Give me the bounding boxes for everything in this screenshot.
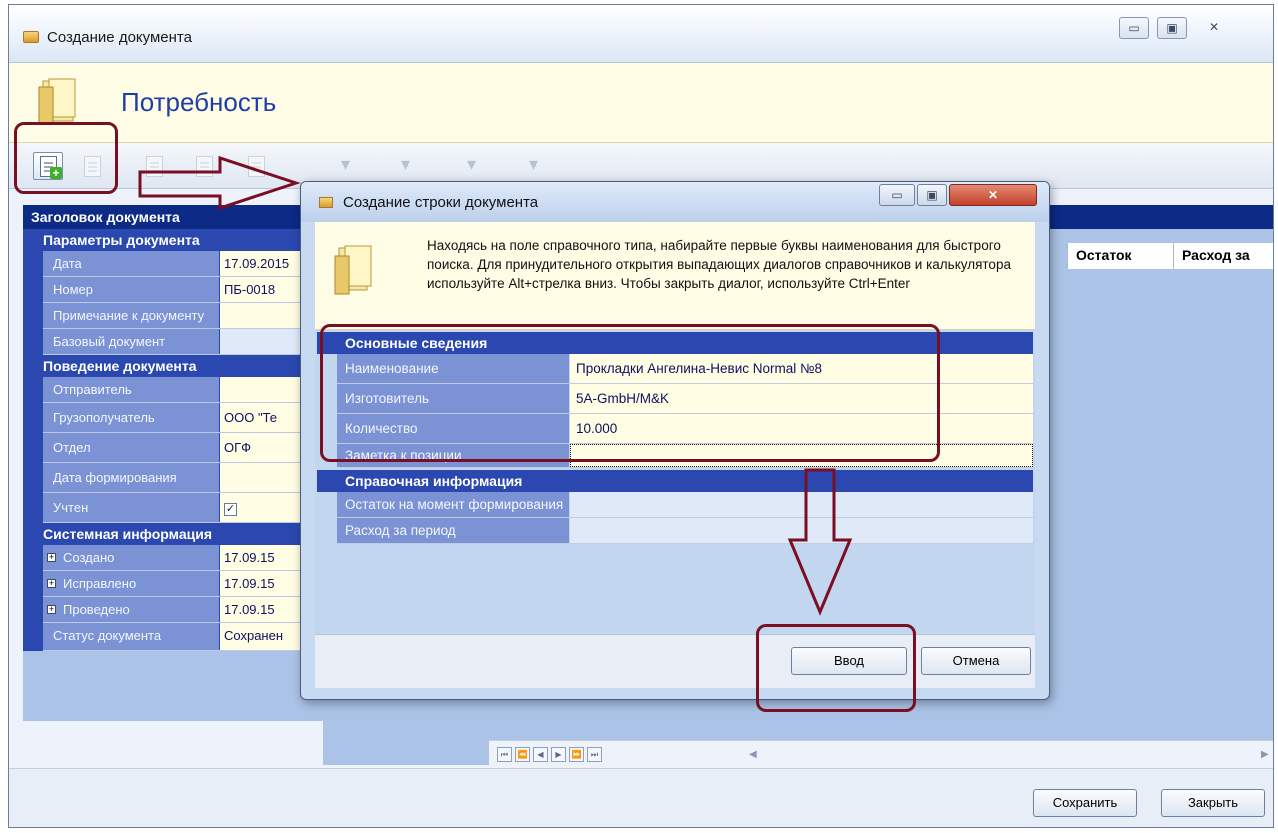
document-header: Потребность [9, 63, 1273, 143]
consumption-field [570, 518, 1033, 543]
annotation-box [320, 324, 940, 462]
property-row[interactable]: Дата 17.09.2015 [43, 251, 323, 277]
title-bar: Создание документа ▭ ▣ ✕ [9, 5, 1273, 63]
property-row[interactable]: Отдел ОГФ [43, 433, 323, 463]
next-page-icon[interactable]: ⏩ [569, 747, 584, 762]
field-row[interactable]: Остаток на момент формирования [337, 492, 1033, 518]
accounted-checkbox[interactable]: ✓ [224, 503, 237, 516]
footer-bar: Сохранить Закрыть [9, 768, 1273, 827]
expand-icon[interactable]: + [47, 579, 56, 588]
property-row[interactable]: Номер ПБ-0018 [43, 277, 323, 303]
cancel-button[interactable]: Отмена [921, 647, 1031, 675]
property-label: Статус документа [43, 623, 219, 650]
document-icon [196, 156, 213, 177]
property-row[interactable]: Базовый документ [43, 329, 323, 355]
property-row[interactable]: Примечание к документу [43, 303, 323, 329]
minimize-button[interactable]: ▭ [879, 184, 915, 206]
expand-icon[interactable]: + [47, 605, 56, 614]
close-button[interactable]: Закрыть [1161, 789, 1265, 817]
save-button[interactable]: Сохранить [1033, 789, 1137, 817]
property-label: Дата [43, 251, 219, 276]
property-row[interactable]: Грузополучатель ООО "Те [43, 403, 323, 433]
hint-panel: Находясь на поле справочного типа, набир… [315, 222, 1035, 330]
section-header: Справочная информация [317, 470, 1033, 492]
property-label: Грузополучатель [43, 403, 219, 432]
section-header: Поведение документа [23, 355, 323, 377]
doc-b-button[interactable] [241, 152, 271, 180]
page-title: Потребность [121, 87, 277, 117]
property-label: Дата формирования [43, 463, 219, 492]
grid-navigator: ⏮ ⏪ ◀ ▶ ⏩ ⏭ ◀ ▶ [489, 740, 1273, 768]
grid-column-header[interactable]: Остаток [1067, 243, 1173, 269]
property-label: Базовый документ [43, 329, 219, 354]
doc-a-button[interactable] [189, 152, 219, 180]
window-title: Создание документа [47, 29, 192, 46]
property-row[interactable]: Дата формирования [43, 463, 323, 493]
scroll-left-icon[interactable]: ◀ [749, 749, 757, 760]
next-record-icon[interactable]: ▶ [551, 747, 566, 762]
minimize-button[interactable]: ▭ [1119, 17, 1149, 39]
property-label: Проведено [43, 597, 219, 622]
annotation-box [756, 624, 916, 712]
close-button[interactable]: ✕ [949, 184, 1037, 206]
section-header: Параметры документа [23, 229, 323, 251]
folder-icon [334, 245, 372, 295]
app-icon [23, 31, 39, 43]
maximize-button[interactable]: ▣ [1157, 17, 1187, 39]
chevron-down-icon[interactable]: ▾ [341, 154, 350, 178]
chevron-down-icon[interactable]: ▾ [401, 154, 410, 178]
first-record-icon[interactable]: ⏮ [497, 747, 512, 762]
document-properties: Параметры документа Дата 17.09.2015 Номе… [23, 229, 323, 721]
dialog-title: Создание строки документа [343, 194, 539, 211]
field-label: Остаток на момент формирования [337, 492, 569, 517]
property-row[interactable]: Статус документа Сохранен [43, 623, 323, 651]
prev-page-icon[interactable]: ⏪ [515, 747, 530, 762]
property-row[interactable]: Создано + 17.09.15 [43, 545, 323, 571]
scroll-right-icon[interactable]: ▶ [1261, 749, 1269, 760]
document-icon [248, 156, 265, 177]
property-label: Примечание к документу [43, 303, 219, 328]
grid-column-header[interactable]: Расход за [1173, 243, 1273, 269]
hint-text: Находясь на поле справочного типа, набир… [427, 238, 1011, 291]
dialog-title-bar: Создание строки документа ▭ ▣ ✕ [301, 182, 1049, 222]
edit-row-button[interactable] [139, 152, 169, 180]
property-label: Отправитель [43, 377, 219, 402]
property-label: Отдел [43, 433, 219, 462]
property-row[interactable]: Исправлено + 17.09.15 [43, 571, 323, 597]
property-label: Создано [43, 545, 219, 570]
section-header: Системная информация [23, 523, 323, 545]
property-row[interactable]: Учтен ✓ [43, 493, 323, 523]
edit-icon [146, 156, 163, 177]
property-row[interactable]: Проведено + 17.09.15 [43, 597, 323, 623]
property-row[interactable]: Отправитель [43, 377, 323, 403]
expand-icon[interactable]: + [47, 553, 56, 562]
maximize-button[interactable]: ▣ [917, 184, 947, 206]
chevron-down-icon[interactable]: ▾ [467, 154, 476, 178]
chevron-down-icon[interactable]: ▾ [529, 154, 538, 178]
property-label: Исправлено [43, 571, 219, 596]
app-icon [319, 197, 333, 208]
panel-filler [23, 651, 323, 721]
annotation-box [14, 122, 118, 194]
property-label: Номер [43, 277, 219, 302]
stock-field [570, 492, 1033, 517]
dialog-footer: Ввод Отмена [315, 634, 1035, 688]
property-label: Учтен [43, 493, 219, 522]
field-row[interactable]: Расход за период [337, 518, 1033, 544]
prev-record-icon[interactable]: ◀ [533, 747, 548, 762]
field-label: Расход за период [337, 518, 569, 543]
last-record-icon[interactable]: ⏭ [587, 747, 602, 762]
close-button[interactable]: ✕ [1199, 17, 1229, 39]
folder-icon [38, 78, 76, 124]
left-panel-header: Заголовок документа [23, 205, 323, 229]
